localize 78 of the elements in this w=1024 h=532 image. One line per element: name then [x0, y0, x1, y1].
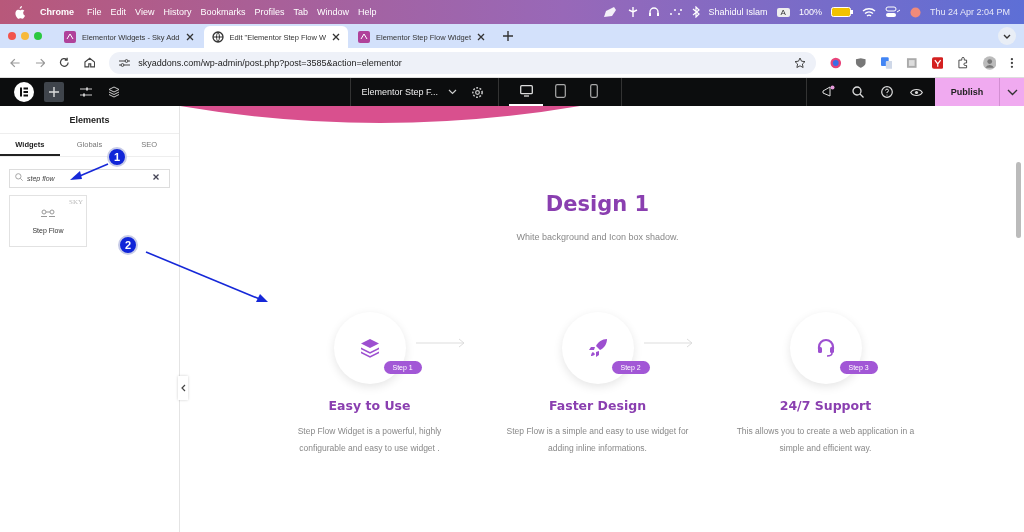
new-tab-icon[interactable] — [503, 31, 514, 41]
step-flow-icon — [41, 208, 55, 217]
battery-percentage: 100% — [798, 7, 822, 17]
menu-item[interactable]: Profiles — [254, 7, 285, 17]
menu-item[interactable]: History — [163, 7, 192, 17]
site-settings-icon[interactable] — [119, 57, 131, 68]
desktop-icon — [519, 85, 533, 97]
bluetooth-icon[interactable] — [691, 6, 700, 18]
menu-item[interactable]: View — [135, 7, 155, 17]
headset-icon — [815, 338, 836, 358]
wifi-icon[interactable] — [861, 6, 876, 18]
back-arrow-icon[interactable] — [10, 57, 21, 68]
menu-item[interactable]: File — [87, 7, 102, 17]
app-menu[interactable]: Chrome — [40, 7, 74, 17]
dots-icon[interactable] — [668, 8, 683, 16]
avatar-icon[interactable] — [982, 55, 997, 70]
step-description: Step Flow Widget is a powerful, highly configurable and easy to use widget . — [296, 425, 443, 455]
site-favicon-icon — [64, 31, 76, 43]
add-element-button[interactable] — [44, 82, 64, 102]
clear-icon[interactable] — [153, 173, 159, 180]
caret-icon — [1006, 88, 1018, 96]
connector-arrow — [415, 338, 466, 348]
site-favicon-icon — [358, 31, 370, 43]
apple-logo-icon[interactable] — [14, 5, 25, 19]
step-title: 24/7 Support — [779, 398, 872, 413]
panel-collapse-handle[interactable] — [178, 376, 188, 400]
tablet-icon — [554, 84, 566, 98]
more-menu-icon[interactable] — [1010, 56, 1014, 69]
bookmark-star-icon[interactable] — [793, 56, 806, 69]
home-icon[interactable] — [83, 57, 96, 68]
publish-button[interactable]: Publish — [935, 78, 999, 106]
menu-item[interactable]: Edit — [110, 7, 127, 17]
sliders-icon[interactable] — [80, 86, 92, 98]
step-description: Step Flow is a simple and easy to use widget for adding inline informations. — [505, 425, 690, 455]
close-icon[interactable] — [185, 33, 194, 41]
globe-icon — [211, 31, 224, 43]
plus-icon — [49, 87, 59, 97]
extension-icon[interactable] — [931, 56, 944, 69]
scrollbar-thumb[interactable] — [1016, 162, 1021, 238]
mobile-icon — [590, 84, 598, 98]
puzzle-icon[interactable] — [957, 56, 969, 69]
elementor-logo-icon[interactable] — [14, 82, 34, 102]
step-title: Easy to Use — [328, 398, 411, 413]
step-description: This allows you to create a web application in a simple and efficient way. — [735, 425, 916, 455]
menu-item[interactable]: Bookmarks — [200, 7, 246, 17]
control-center-icon[interactable] — [884, 6, 901, 18]
user-name[interactable]: Shahidul Islam — [708, 7, 768, 17]
date-time[interactable]: Thu 24 Apr 2:04 PM — [929, 7, 1010, 17]
settings-icon[interactable] — [471, 85, 484, 99]
connector-arrow — [643, 338, 694, 348]
layers-icon — [359, 338, 380, 358]
help-icon[interactable] — [881, 86, 893, 98]
close-icon[interactable] — [477, 33, 486, 41]
battery-icon[interactable] — [830, 7, 853, 17]
headphones-icon[interactable] — [647, 6, 660, 18]
panel-title: Elements — [0, 106, 179, 134]
reload-icon[interactable] — [59, 57, 70, 68]
input-source-indicator[interactable]: A — [776, 7, 790, 17]
annotation-arrow — [70, 163, 109, 180]
menu-item[interactable]: Help — [358, 7, 377, 17]
tab-list-icon[interactable] — [998, 27, 1016, 45]
translate-icon[interactable] — [880, 56, 893, 69]
rocket-icon — [587, 338, 608, 358]
menu-item[interactable]: Window — [316, 7, 349, 17]
caret-icon — [448, 89, 457, 95]
step-title: Faster Design — [548, 398, 647, 413]
section-subtitle: White background and Icon box shadow. — [516, 232, 679, 242]
preview-eye-icon[interactable] — [910, 87, 923, 97]
menu-item[interactable]: Tab — [293, 7, 308, 17]
search-icon — [15, 172, 23, 181]
close-icon[interactable] — [332, 33, 340, 41]
layers-icon[interactable] — [108, 86, 120, 98]
section-heading: Design 1 — [545, 192, 650, 216]
extension-icon[interactable] — [855, 56, 867, 69]
address-field[interactable]: skyaddons.com/wp-admin/post.php?post=3585&action=elementor — [109, 51, 816, 74]
extension-icon[interactable] — [829, 56, 842, 69]
close-window-button[interactable] — [8, 32, 16, 40]
search-icon[interactable] — [852, 86, 864, 98]
